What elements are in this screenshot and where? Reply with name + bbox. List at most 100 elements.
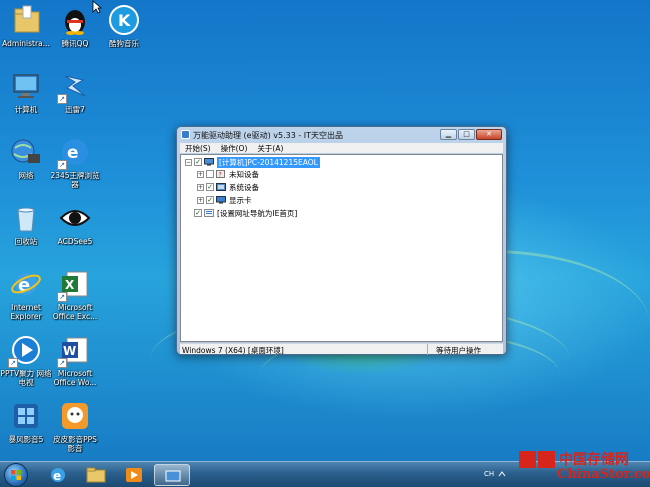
desktop-icon-word[interactable]: W ↗ Microsoft Office Wo...: [49, 334, 101, 387]
ie-homepage-checkbox[interactable]: ✓: [194, 209, 202, 217]
tree-node-display-card[interactable]: + ✓ 显示卡: [197, 194, 252, 206]
close-button[interactable]: ✕: [476, 129, 502, 140]
thunder-icon: ↗: [57, 70, 91, 104]
shortcut-arrow-icon: ↗: [8, 358, 18, 368]
desktop-icon-label: 腾讯QQ: [61, 39, 89, 48]
desktop-icon-recycle-bin[interactable]: 回收站: [0, 202, 52, 246]
mouse-cursor-icon: [92, 0, 102, 14]
display-card-checkbox[interactable]: ✓: [206, 196, 214, 204]
shortcut-arrow-icon: ↗: [57, 358, 67, 368]
desktop-icon-excel[interactable]: X ↗ Microsoft Office Exc...: [49, 268, 101, 321]
unknown-device-icon: ?: [216, 170, 225, 179]
desktop-icon-label: 暴风影音5: [8, 435, 44, 444]
window-titlebar[interactable]: 万能驱动助理 (e驱动) v5.33 - IT天空出品 ▁ □ ✕: [177, 127, 506, 142]
word-icon: W ↗: [57, 334, 91, 368]
tree-option-ie-homepage[interactable]: ✓ [设置网址导航为IE首页]: [194, 207, 297, 219]
collapse-toggle[interactable]: −: [185, 158, 192, 166]
start-button[interactable]: [4, 463, 28, 487]
desktop-icon-label: 2345王牌浏览器: [50, 171, 100, 189]
root-checkbox[interactable]: ✓: [194, 158, 202, 166]
status-message: 等待用户操作: [436, 346, 481, 355]
shortcut-arrow-icon: ↗: [57, 292, 67, 302]
desktop-icon-label: 酷狗音乐: [109, 39, 139, 48]
desktop-icon-computer[interactable]: 计算机: [0, 70, 52, 114]
display-card-icon: [216, 196, 226, 204]
computer-icon: [10, 70, 42, 102]
tree-node-label: 未知设备: [229, 169, 259, 179]
internet-explorer-icon: e: [10, 268, 42, 300]
driver-assistant-icon: [165, 470, 181, 482]
system-device-checkbox[interactable]: ✓: [206, 183, 214, 191]
tree-node-unknown-device[interactable]: + ? 未知设备: [197, 168, 259, 180]
app-icon: [181, 130, 190, 139]
desktop-icon-kugou[interactable]: K 酷狗音乐: [98, 4, 150, 48]
tree-root-computer[interactable]: − ✓ [计算机]PC-20141215EAOL: [185, 156, 320, 168]
desktop-icon-label: 计算机: [14, 105, 38, 114]
tree-node-label: 系统设备: [229, 182, 259, 192]
status-bar: Windows 7 (X64) [桌面环境] 等待用户操作: [180, 343, 503, 355]
input-language-indicator[interactable]: CH: [484, 470, 494, 478]
expand-toggle[interactable]: +: [197, 196, 204, 204]
acdsee-eye-icon: [59, 202, 91, 234]
settings-page-icon: [204, 209, 214, 217]
svg-text:e: e: [53, 469, 61, 483]
caption-buttons: ▁ □ ✕: [439, 129, 502, 140]
desktop-icon-label: Microsoft Office Wo...: [53, 369, 97, 387]
taskbar-explorer-button[interactable]: [78, 464, 114, 486]
desktop-icon-network[interactable]: 网络: [0, 136, 52, 180]
desktop-icon-label: ACDSee5: [57, 237, 93, 246]
desktop-icon-2345-browser[interactable]: e ↗ 2345王牌浏览器: [49, 136, 101, 189]
desktop-icon-pptv[interactable]: ↗ PPTV聚力 网络电视: [0, 334, 52, 387]
computer-icon: [204, 158, 214, 166]
desktop-icon-label: 回收站: [14, 237, 38, 246]
desktop: Administra... 腾讯QQ K 酷狗音乐 计算机 ↗ 迅雷7 网络 e: [0, 0, 650, 461]
recycle-bin-icon: [10, 202, 42, 234]
baofeng-icon: [10, 400, 42, 432]
desktop-icon-administrator[interactable]: Administra...: [0, 4, 52, 48]
desktop-icon-internet-explorer[interactable]: e Internet Explorer: [0, 268, 52, 321]
desktop-icon-baofeng[interactable]: 暴风影音5: [0, 400, 52, 444]
device-tree: − ✓ [计算机]PC-20141215EAOL + ? 未知设备 + ✓ 系统…: [180, 154, 503, 342]
tree-node-system-device[interactable]: + ✓ 系统设备: [197, 181, 259, 193]
maximize-button[interactable]: □: [458, 129, 475, 140]
desktop-icon-thunder[interactable]: ↗ 迅雷7: [49, 70, 101, 114]
internet-explorer-icon: e: [51, 468, 65, 483]
svg-text:W: W: [63, 344, 76, 358]
menu-bar: 开始(S) 操作(O) 关于(A): [180, 143, 503, 153]
taskbar-ie-button[interactable]: e: [40, 464, 76, 486]
taskbar-media-player-button[interactable]: [116, 464, 152, 486]
kugou-music-icon: K: [108, 4, 140, 36]
watermark-chinese-name: 中国存储网: [559, 452, 629, 468]
watermark-red-box: [519, 451, 536, 468]
expand-toggle[interactable]: +: [197, 170, 204, 178]
svg-text:?: ?: [219, 172, 222, 179]
unknown-device-checkbox[interactable]: [206, 170, 214, 178]
desktop-icon-label: Internet Explorer: [10, 303, 42, 321]
status-environment: Windows 7 (X64) [桌面环境]: [182, 346, 284, 355]
desktop-icon-label: PPTV聚力 网络电视: [0, 369, 52, 387]
tree-root-label: [计算机]PC-20141215EAOL: [217, 156, 320, 168]
menu-about[interactable]: 关于(A): [252, 143, 288, 154]
tray-expand-icon[interactable]: [498, 470, 506, 478]
shortcut-arrow-icon: ↗: [57, 160, 67, 170]
expand-toggle[interactable]: +: [197, 183, 204, 191]
taskbar-driver-assistant-button[interactable]: [154, 464, 190, 486]
window-title: 万能驱动助理 (e驱动) v5.33 - IT天空出品: [193, 131, 344, 140]
driver-assistant-window: 万能驱动助理 (e驱动) v5.33 - IT天空出品 ▁ □ ✕ 开始(S) …: [176, 126, 507, 355]
menu-start[interactable]: 开始(S): [180, 143, 216, 154]
shortcut-arrow-icon: ↗: [57, 94, 67, 104]
windows-logo-icon: [11, 470, 21, 480]
desktop-icon-acdsee[interactable]: ACDSee5: [49, 202, 101, 246]
browser-2345-icon: e ↗: [57, 136, 91, 170]
desktop-icon-pps[interactable]: 皮皮影音PPS 影音: [49, 400, 101, 453]
desktop-icon-label: Administra...: [2, 39, 50, 48]
svg-text:X: X: [65, 278, 75, 292]
minimize-button[interactable]: ▁: [440, 129, 457, 140]
svg-text:K: K: [118, 11, 131, 30]
menu-operate[interactable]: 操作(O): [216, 143, 253, 154]
tree-node-label: 显示卡: [229, 195, 252, 205]
user-folder-icon: [10, 4, 42, 36]
status-divider: [427, 344, 428, 355]
network-icon: [10, 136, 42, 168]
excel-icon: X ↗: [57, 268, 91, 302]
